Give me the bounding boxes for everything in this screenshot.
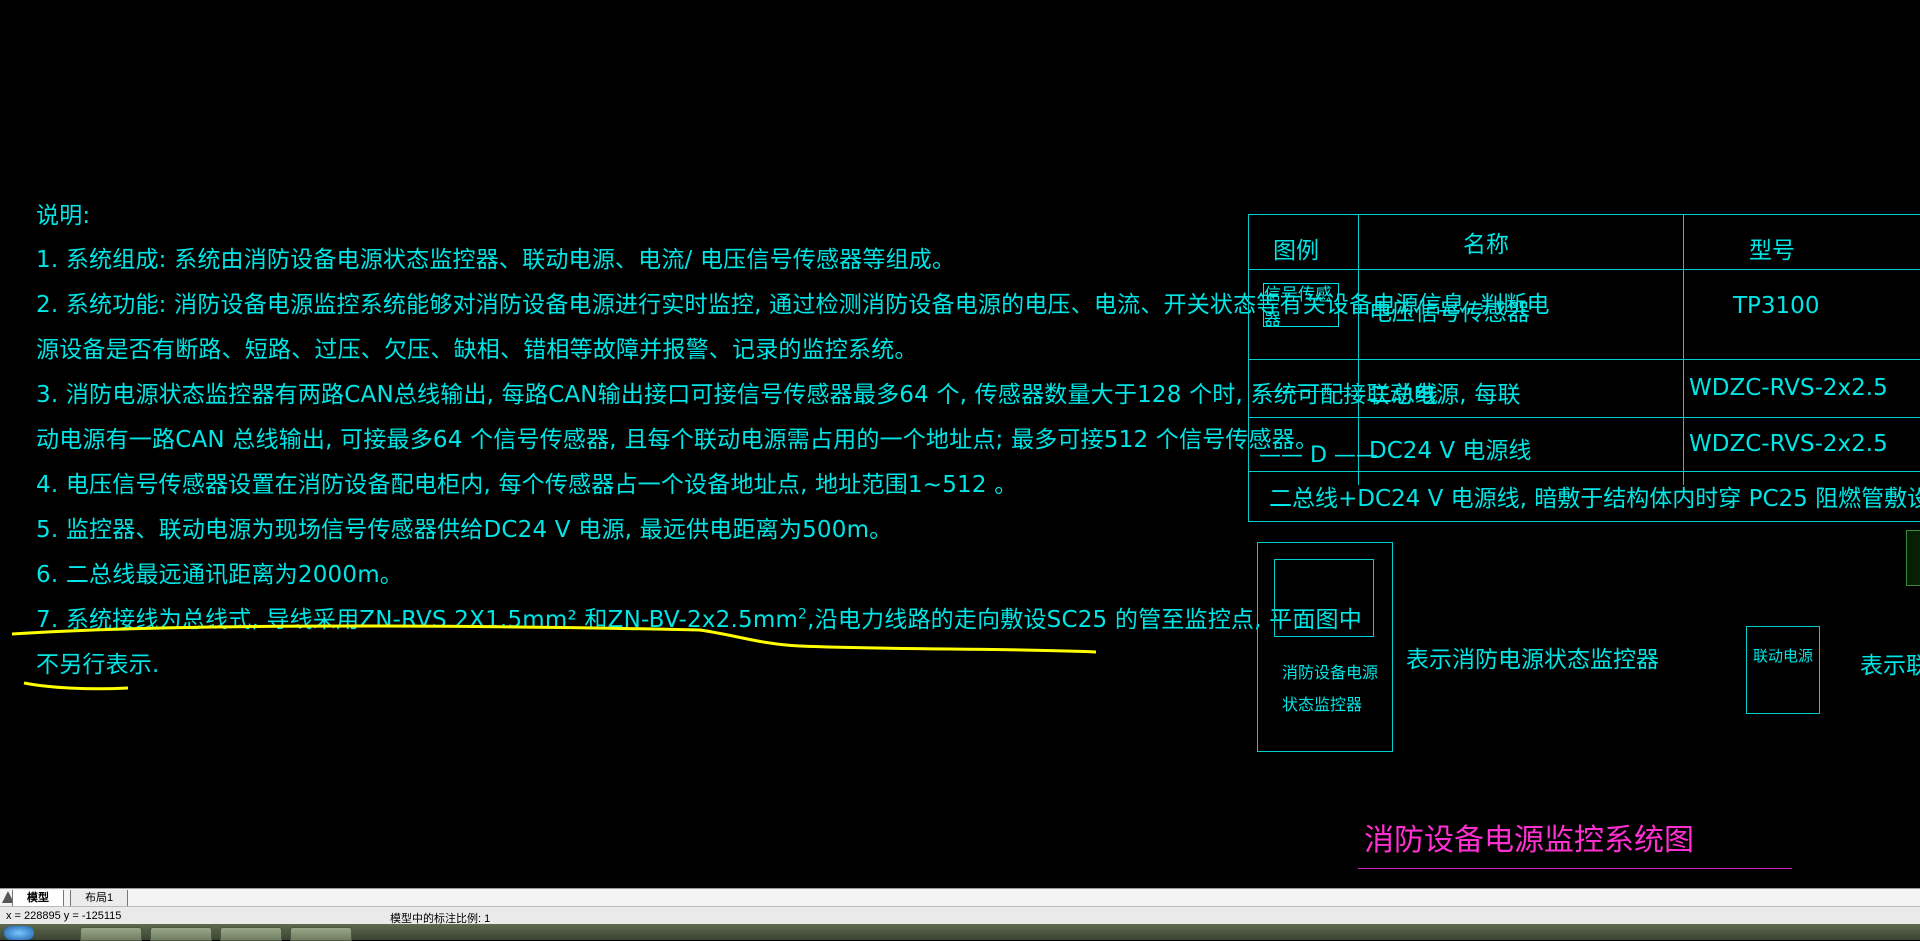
title-underline [1358, 868, 1792, 869]
power-label: 联动电源 [1752, 647, 1813, 665]
table-divider [1249, 359, 1920, 360]
scroll-handle[interactable] [1906, 530, 1920, 586]
row-model: TP3100 [1733, 293, 1820, 319]
table-divider [1249, 471, 1920, 472]
status-bar: x = 228895 y = -125115 模型中的标注比例: 1 [0, 906, 1920, 925]
tab-model[interactable]: 模型 [12, 890, 64, 907]
taskbar-button[interactable] [150, 927, 212, 941]
row-name: 电压信号传感器 [1369, 300, 1530, 326]
sensor-symbol: 信号传感器 [1263, 283, 1339, 330]
row-name: DC24 V 电源线 [1369, 438, 1532, 464]
table-divider [1249, 417, 1920, 418]
highlight-stroke-1 [11, 624, 1097, 654]
header-model: 型号 [1749, 238, 1795, 264]
monitor-desc: 表示消防电源状态监控器 [1406, 647, 1659, 673]
legend-table: 图例 名称 型号 信号传感器 电压信号传感器 TP3100 二总线 WDZC-R… [1248, 214, 1920, 522]
header-name: 名称 [1463, 232, 1509, 258]
table-divider [1683, 215, 1684, 485]
drawing-canvas[interactable]: 说明: 1. 系统组成: 系统由消防设备电源状态监控器、联动电源、电流/ 电压信… [0, 0, 1920, 888]
monitor-label-line: 状态监控器 [1282, 695, 1363, 714]
start-icon[interactable] [4, 926, 34, 940]
taskbar-button[interactable] [220, 927, 282, 941]
os-taskbar [0, 924, 1920, 941]
monitor-label: 消防设备电源 状态监控器 [1282, 657, 1382, 721]
taskbar-button[interactable] [80, 927, 142, 941]
drawing-title: 消防设备电源监控系统图 [1364, 823, 1694, 858]
monitor-symbol: 消防设备电源 状态监控器 [1257, 542, 1393, 752]
taskbar-button[interactable] [290, 927, 352, 941]
row-model: WDZC-RVS-2x2.5 [1689, 375, 1888, 401]
row-model: WDZC-RVS-2x2.5 [1689, 431, 1888, 457]
bus-line-symbol [1263, 391, 1349, 392]
layout-tab-bar: 模型 布局1 [0, 888, 1920, 907]
power-desc: 表示联动 [1860, 653, 1920, 679]
highlight-stroke-2 [23, 681, 129, 691]
tab-layout1[interactable]: 布局1 [70, 890, 129, 907]
legend-footnote: 二总线+DC24 V 电源线, 暗敷于结构体内时穿 PC25 阻燃管敷设, 明敷… [1269, 486, 1920, 512]
power-symbol: 联动电源 [1746, 626, 1820, 714]
table-divider [1249, 269, 1920, 270]
coordinate-readout: x = 228895 y = -125115 [6, 910, 122, 922]
header-symbol: 图例 [1273, 238, 1319, 264]
power-line-symbol: —— D —— [1259, 443, 1378, 468]
monitor-display [1274, 559, 1374, 637]
monitor-label-line: 消防设备电源 [1282, 663, 1379, 682]
row-name: 二总线 [1369, 382, 1438, 408]
